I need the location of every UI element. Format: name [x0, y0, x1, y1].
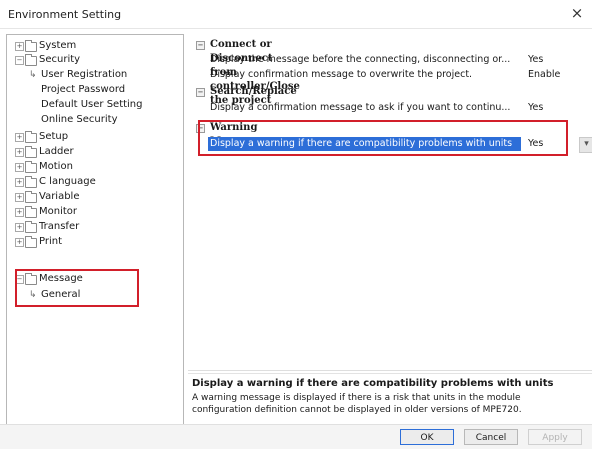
description-title: Display a warning if there are compatibi… [192, 378, 554, 389]
dropdown-icon[interactable]: ▾ [579, 137, 592, 153]
folder-icon [25, 206, 37, 218]
description-text: A warning message is displayed if there … [192, 393, 522, 415]
highlight-box-warning [198, 120, 568, 156]
close-icon[interactable]: × [568, 4, 586, 22]
setting-label[interactable]: Display a confirmation message to ask if… [210, 101, 510, 115]
folder-icon [25, 191, 37, 203]
expand-icon[interactable]: + [15, 223, 24, 232]
highlight-box-message [15, 269, 139, 307]
collapse-icon[interactable]: − [196, 88, 205, 97]
folder-icon [25, 146, 37, 158]
setting-label[interactable]: Display confirmation message to overwrit… [210, 68, 472, 82]
folder-icon [25, 40, 37, 52]
expand-icon[interactable]: + [15, 193, 24, 202]
title-bar: Environment Setting × [0, 0, 592, 29]
setting-label[interactable]: Display the message before the connectin… [210, 53, 510, 67]
apply-button[interactable]: Apply [528, 429, 582, 445]
folder-icon [25, 131, 37, 143]
folder-icon [25, 161, 37, 173]
tree-item-online-security[interactable]: Online Security [41, 113, 118, 127]
tree-item-project-password[interactable]: Project Password [41, 83, 125, 97]
settings-tree: + System − Security ↳ User Registration … [6, 34, 184, 426]
expand-icon[interactable]: + [15, 133, 24, 142]
expand-icon[interactable]: + [15, 148, 24, 157]
expand-icon[interactable]: + [15, 238, 24, 247]
folder-icon [25, 176, 37, 188]
expand-icon[interactable]: + [15, 208, 24, 217]
setting-value[interactable]: Yes [528, 53, 543, 67]
description-panel: Display a warning if there are compatibi… [188, 373, 592, 425]
window-title: Environment Setting [8, 8, 122, 21]
folder-icon [25, 54, 37, 66]
setting-value[interactable]: Yes [528, 101, 543, 115]
expand-icon[interactable]: + [15, 178, 24, 187]
folder-icon [25, 236, 37, 248]
divider [188, 370, 592, 371]
folder-icon [25, 221, 37, 233]
collapse-icon[interactable]: − [196, 41, 205, 50]
tree-item-default-user-setting[interactable]: Default User Setting [41, 98, 143, 112]
leaf-arrow-icon: ↳ [29, 70, 37, 80]
collapse-icon[interactable]: − [15, 56, 24, 65]
cancel-button[interactable]: Cancel [464, 429, 518, 445]
expand-icon[interactable]: + [15, 42, 24, 51]
settings-panel: − Connect or Disconnect from controller/… [188, 34, 592, 368]
setting-value[interactable]: Enable [528, 68, 560, 82]
expand-icon[interactable]: + [15, 163, 24, 172]
footer: OK Cancel Apply [0, 424, 592, 449]
ok-button[interactable]: OK [400, 429, 454, 445]
